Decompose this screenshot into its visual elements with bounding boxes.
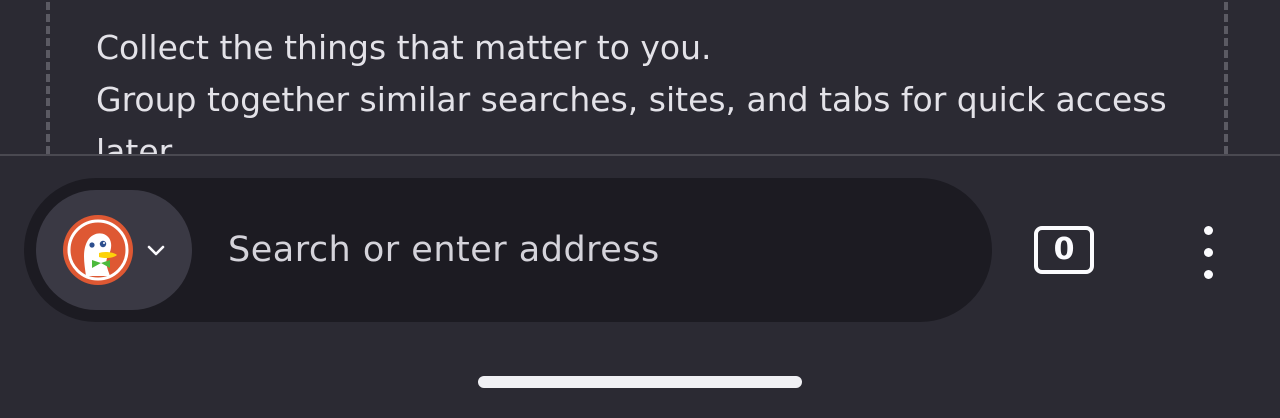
search-engine-selector-button[interactable] [36, 190, 192, 310]
duckduckgo-logo-icon [63, 215, 133, 285]
bottom-toolbar: 0 [0, 156, 1280, 418]
tab-count: 0 [1034, 226, 1094, 274]
tab-counter-button[interactable]: 0 [1018, 206, 1110, 298]
chevron-down-icon [147, 245, 165, 256]
collections-promo-title: Collect the things that matter to you. [96, 28, 712, 67]
home-content-area: Collect the things that matter to you. G… [0, 0, 1280, 155]
home-indicator-bar[interactable] [478, 376, 802, 388]
main-menu-button[interactable] [1172, 212, 1248, 292]
collections-promo-description: Group together similar searches, sites, … [96, 80, 1167, 119]
address-bar[interactable] [24, 178, 992, 322]
collections-promo-description-continued: later. [96, 132, 180, 155]
address-input[interactable] [228, 224, 928, 276]
